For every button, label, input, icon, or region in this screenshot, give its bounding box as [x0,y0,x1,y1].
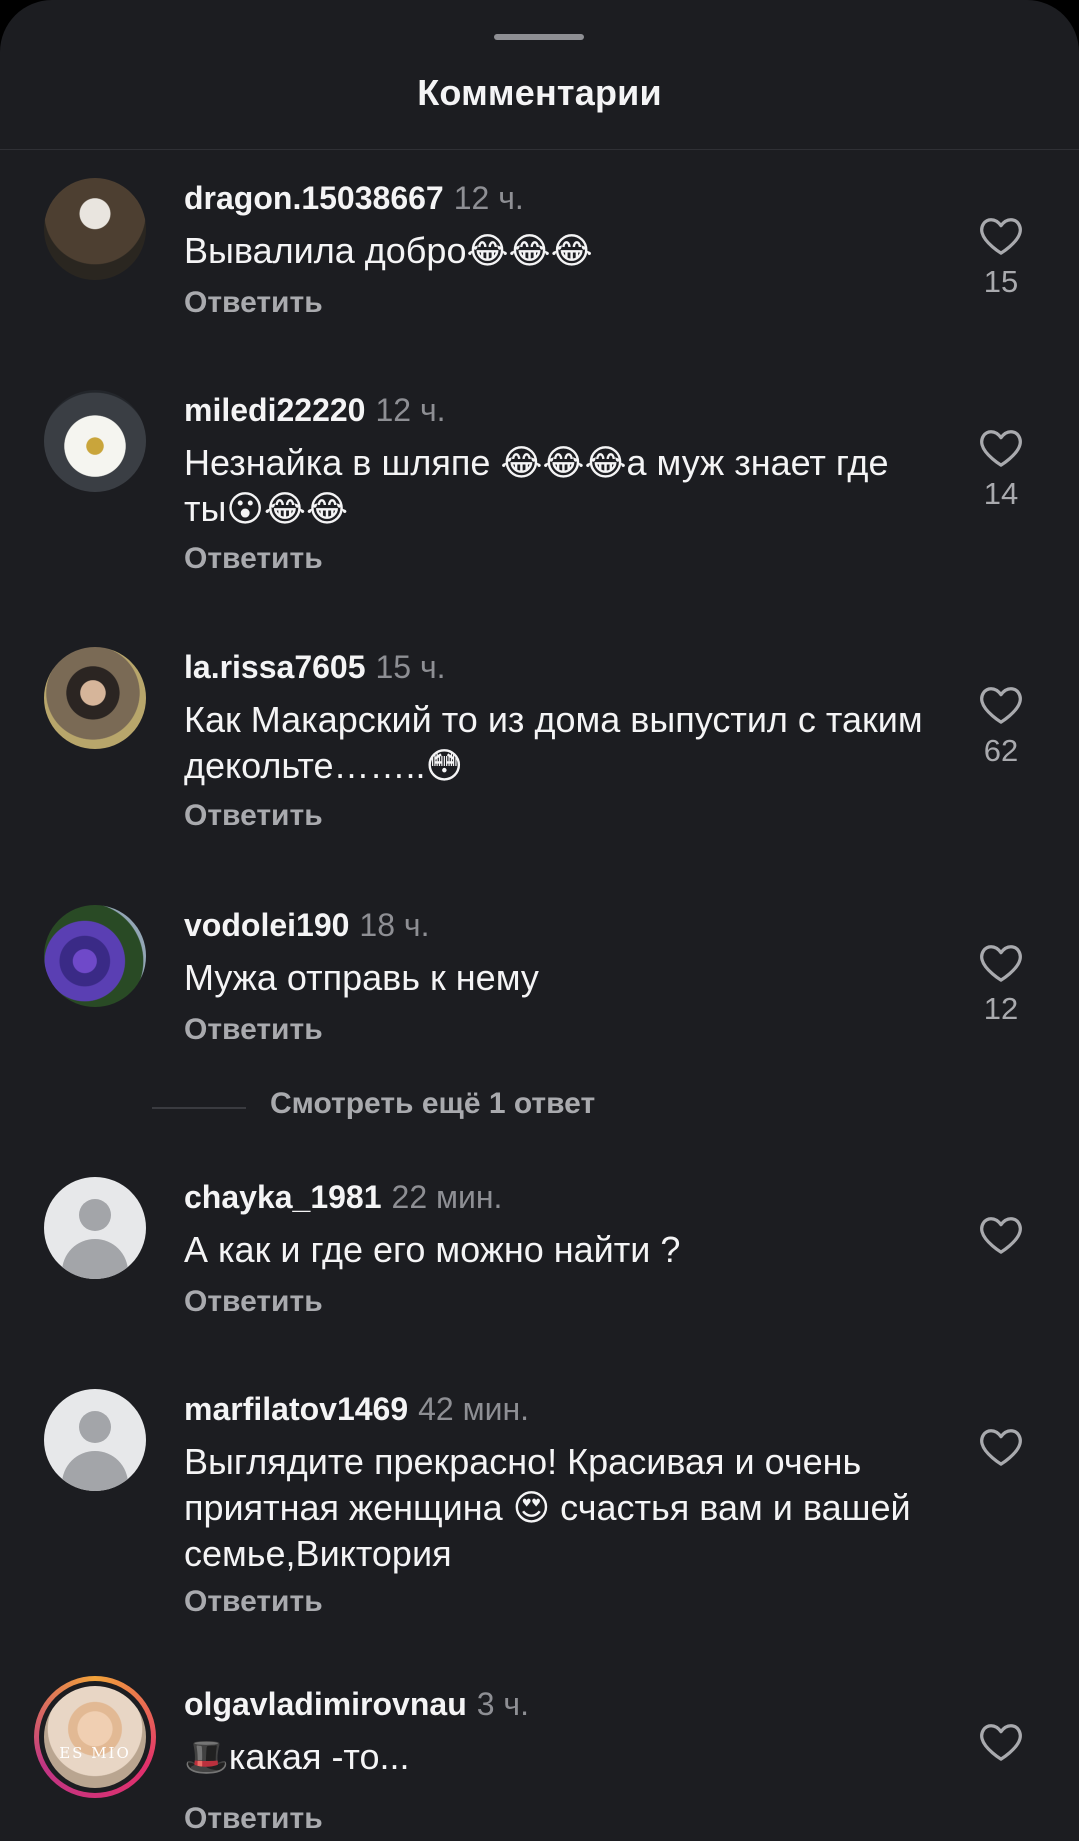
thread-line [152,1107,246,1109]
avatar[interactable] [44,647,146,749]
heart-outline-icon [980,687,1022,724]
avatar[interactable] [44,1389,146,1491]
timestamp: 3 ч. [476,1686,529,1722]
header-divider [0,149,1079,150]
person-placeholder-icon [79,1199,111,1231]
username[interactable]: chayka_1981 [184,1179,382,1215]
username[interactable]: olgavladimirovnau [184,1686,467,1722]
comment-header: vodolei190 18 ч. [184,905,429,945]
reply-button[interactable]: Ответить [184,1585,323,1619]
avatar[interactable] [44,390,146,492]
timestamp: 18 ч. [359,907,430,943]
comment-header: miledi22220 12 ч. [184,390,446,430]
comment-header: marfilatov1469 42 мин. [184,1389,529,1429]
like-button[interactable]: 14 [966,426,1036,512]
reply-button[interactable]: Ответить [184,286,323,320]
heart-outline-icon [980,430,1022,467]
drag-handle[interactable] [494,34,584,40]
timestamp: 42 мин. [418,1391,530,1427]
comment-text: Как Макарский то из дома выпустил с таки… [184,699,923,786]
avatar-story-ring[interactable]: ES MIO [34,1676,156,1798]
like-button[interactable]: 62 [966,683,1036,769]
sheet-title: Комментарии [417,72,662,113]
comment-header: olgavladimirovnau 3 ч. [184,1684,529,1724]
avatar: ES MIO [44,1686,146,1788]
like-count: 12 [983,991,1019,1026]
comments-sheet: Комментарии dragon.15038667 12 ч. Вывалил… [0,0,1079,1841]
avatar[interactable] [44,178,146,280]
username[interactable]: miledi22220 [184,392,365,428]
comment-text: Незнайка в шляпе 😂😂😂а муж знает где ты😮😂… [184,442,889,529]
username[interactable]: vodolei190 [184,907,349,943]
timestamp: 15 ч. [375,649,446,685]
heart-outline-icon [980,1429,1022,1466]
like-button[interactable] [966,1720,1036,1762]
comment-header: la.rissa7605 15 ч. [184,647,446,687]
comment-text: А как и где его можно найти ? [184,1229,681,1270]
like-count: 62 [983,733,1019,768]
heart-outline-icon [980,1724,1022,1761]
comment-text: Выглядите прекрасно! Красивая и очень пр… [184,1441,911,1574]
comment-text: Вывалила добро😂😂😂 [184,230,593,271]
username[interactable]: marfilatov1469 [184,1391,408,1427]
like-button[interactable] [966,1213,1036,1255]
avatar-watermark: ES MIO [59,1744,131,1762]
person-placeholder-icon [79,1411,111,1443]
comment-header: chayka_1981 22 мин. [184,1177,502,1217]
view-more-replies[interactable]: Смотреть ещё 1 ответ [0,1087,1079,1127]
username[interactable]: dragon.15038667 [184,180,444,216]
timestamp: 12 ч. [453,180,524,216]
comment-header: dragon.15038667 12 ч. [184,178,524,218]
reply-button[interactable]: Ответить [184,542,323,576]
heart-outline-icon [980,945,1022,982]
username[interactable]: la.rissa7605 [184,649,366,685]
like-count: 15 [983,264,1019,299]
reply-button[interactable]: Ответить [184,1013,323,1047]
timestamp: 12 ч. [375,392,446,428]
like-count: 14 [983,476,1019,511]
timestamp: 22 мин. [391,1179,503,1215]
heart-outline-icon [980,1217,1022,1254]
like-button[interactable]: 15 [966,214,1036,300]
avatar[interactable] [44,905,146,1007]
like-button[interactable] [966,1425,1036,1467]
comment-text: 🎩какая -то... [184,1736,410,1777]
reply-button[interactable]: Ответить [184,1285,323,1319]
view-more-replies-label[interactable]: Смотреть ещё 1 ответ [270,1087,595,1121]
reply-button[interactable]: Ответить [184,1802,323,1836]
heart-outline-icon [980,218,1022,255]
like-button[interactable]: 12 [966,941,1036,1027]
reply-button[interactable]: Ответить [184,799,323,833]
comment-text: Мужа отправь к нему [184,957,539,998]
avatar[interactable] [44,1177,146,1279]
